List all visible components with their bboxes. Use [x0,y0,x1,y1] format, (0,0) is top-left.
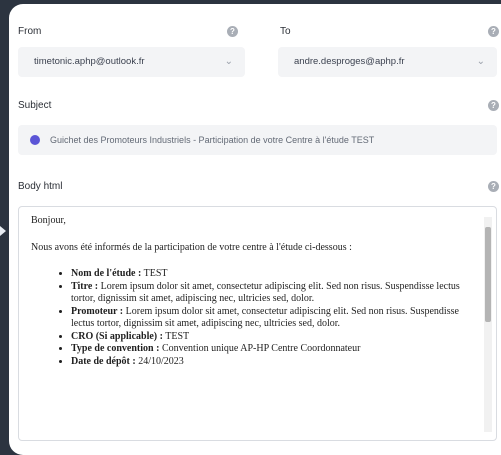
to-select[interactable]: andre.desproges@aphp.fr ⌄ [278,47,497,77]
variable-dot-icon [30,135,40,145]
body-editor[interactable]: Bonjour, Nous avons été informés de la p… [18,206,497,441]
list-item: Nom de l'étude : TEST [71,268,471,281]
from-select[interactable]: timetonic.aphp@outlook.fr ⌄ [18,47,245,77]
chevron-down-icon: ⌄ [224,56,233,67]
list-item: Type de convention : Convention unique A… [71,343,471,356]
subject-label: Subject [18,100,52,111]
subject-value: Guichet des Promoteurs Industriels - Par… [50,135,375,145]
chevron-down-icon: ⌄ [476,56,485,67]
to-help-icon[interactable]: ? [488,26,499,37]
greeting: Bonjour, [31,215,66,226]
list-item: Promoteur : Lorem ipsum dolor sit amet, … [71,306,471,331]
from-label: From [18,26,42,37]
collapse-arrow-icon[interactable] [0,226,6,236]
study-details-list: Nom de l'étude : TEST Titre : Lorem ipsu… [31,268,471,368]
subject-input[interactable]: Guichet des Promoteurs Industriels - Par… [18,125,497,155]
body-help-icon[interactable]: ? [488,181,499,192]
subject-help-icon[interactable]: ? [488,100,499,111]
to-value: andre.desproges@aphp.fr [294,56,405,67]
intro: Nous avons été informés de la participat… [31,241,352,253]
scrollbar-thumb[interactable] [485,227,491,322]
list-item: Date de dépôt : 24/10/2023 [71,356,471,369]
body-label: Body html [18,181,63,192]
to-label: To [280,26,291,37]
scrollbar[interactable] [484,217,492,432]
list-item: CRO (Si applicable) : TEST [71,331,471,344]
email-compose-panel: From ? timetonic.aphp@outlook.fr ⌄ To ? … [9,4,501,455]
from-help-icon[interactable]: ? [227,26,238,37]
body-content: Bonjour, Nous avons été informés de la p… [31,215,471,368]
list-item: Titre : Lorem ipsum dolor sit amet, cons… [71,281,471,306]
from-value: timetonic.aphp@outlook.fr [34,56,145,67]
